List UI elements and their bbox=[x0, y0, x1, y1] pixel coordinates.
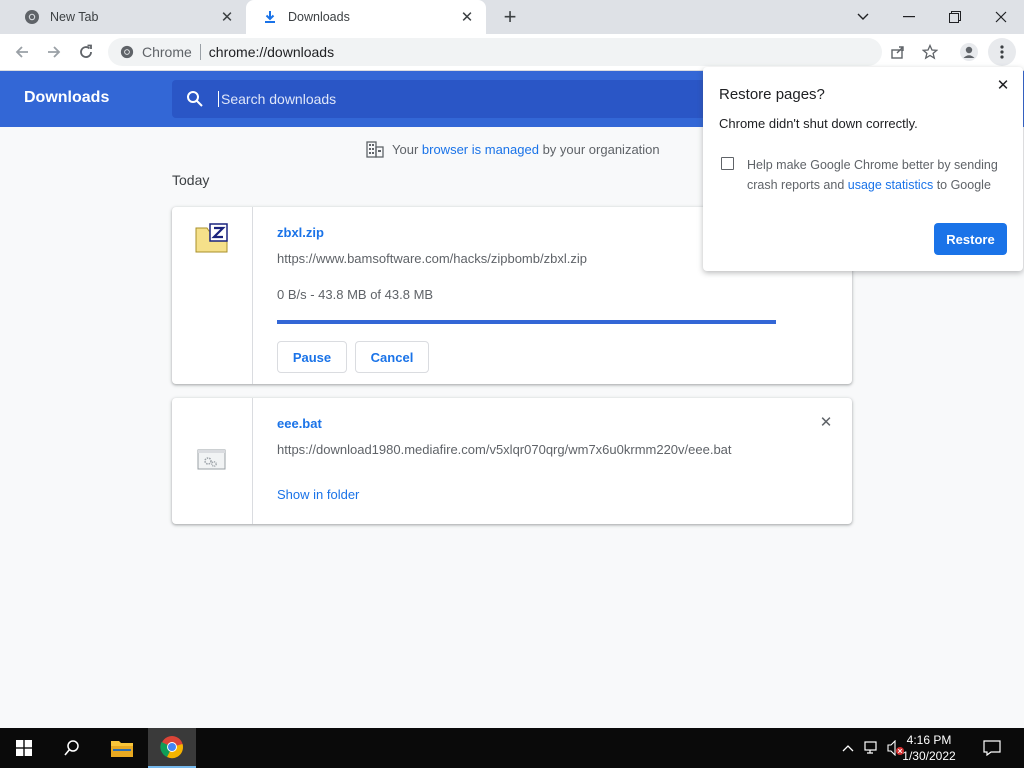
close-dialog-icon[interactable]: ✕ bbox=[993, 75, 1013, 95]
remove-download-icon[interactable]: ✕ bbox=[818, 414, 834, 431]
search-icon bbox=[186, 90, 204, 108]
clock-date: 1/30/2022 bbox=[902, 749, 956, 763]
tab-title: New Tab bbox=[50, 10, 99, 24]
menu-kebab-icon[interactable] bbox=[988, 38, 1016, 66]
page-title: Downloads bbox=[24, 89, 110, 106]
action-center-icon[interactable] bbox=[982, 738, 1002, 758]
checkbox-label: Help make Google Chrome better by sendin… bbox=[747, 155, 1007, 195]
tab-search-chevron-icon[interactable] bbox=[840, 0, 886, 34]
dialog-message: Chrome didn't shut down correctly. bbox=[719, 116, 918, 131]
zip-file-icon bbox=[195, 223, 229, 256]
chrome-logo-icon bbox=[24, 9, 40, 25]
network-icon[interactable] bbox=[862, 738, 882, 758]
show-in-folder-link[interactable]: Show in folder bbox=[277, 487, 359, 502]
file-name-link[interactable]: zbxl.zip bbox=[277, 225, 324, 240]
download-icon bbox=[262, 9, 278, 25]
forward-arrow-icon[interactable] bbox=[40, 38, 68, 66]
reload-icon[interactable] bbox=[72, 38, 100, 66]
restore-button[interactable]: Restore bbox=[934, 223, 1007, 255]
omnibox-divider bbox=[199, 44, 201, 60]
profile-avatar-icon[interactable] bbox=[955, 38, 983, 66]
download-status: 0 B/s - 43.8 MB of 43.8 MB bbox=[277, 287, 434, 302]
system-clock[interactable]: 4:16 PM 1/30/2022 bbox=[894, 732, 964, 764]
progress-bar bbox=[277, 320, 776, 324]
file-name-link[interactable]: eee.bat bbox=[277, 416, 322, 431]
cancel-button[interactable]: Cancel bbox=[355, 341, 429, 373]
search-icon[interactable] bbox=[48, 728, 96, 768]
restore-window-icon[interactable] bbox=[932, 0, 978, 34]
dialog-title: Restore pages? bbox=[719, 86, 825, 103]
managed-text-prefix: Your bbox=[392, 141, 422, 157]
bookmark-star-icon[interactable] bbox=[916, 38, 944, 66]
close-window-icon[interactable] bbox=[978, 0, 1024, 34]
url-text[interactable]: chrome://downloads bbox=[209, 44, 334, 60]
taskbar: 4:16 PM 1/30/2022 bbox=[0, 728, 1024, 768]
date-heading: Today bbox=[172, 172, 210, 188]
windows-start-icon[interactable] bbox=[0, 728, 48, 768]
site-label: Chrome bbox=[142, 44, 192, 60]
browser-toolbar: Chrome chrome://downloads bbox=[0, 34, 1024, 71]
restore-pages-dialog: Restore pages? ✕ Chrome didn't shut down… bbox=[703, 67, 1023, 271]
clock-time: 4:16 PM bbox=[906, 733, 952, 747]
file-icon-column bbox=[172, 207, 253, 384]
managed-text-suffix: by your organization bbox=[538, 141, 660, 157]
crash-report-checkbox[interactable] bbox=[721, 157, 734, 170]
managed-notice: Your browser is managed by your organiza… bbox=[366, 140, 660, 158]
close-tab-icon[interactable]: ✕ bbox=[218, 8, 236, 26]
file-explorer-icon[interactable] bbox=[98, 728, 146, 768]
file-source-url[interactable]: https://download1980.mediafire.com/v5xlq… bbox=[277, 442, 732, 457]
title-bar: New Tab ✕ Downloads ✕ + bbox=[0, 0, 1024, 34]
minimize-icon[interactable] bbox=[886, 0, 932, 34]
chrome-taskbar-icon[interactable] bbox=[148, 728, 196, 768]
chevron-up-icon[interactable] bbox=[838, 738, 858, 758]
batch-file-icon bbox=[197, 449, 227, 474]
address-bar[interactable]: Chrome chrome://downloads bbox=[108, 38, 882, 66]
download-item: eee.bat https://download1980.mediafire.c… bbox=[172, 398, 852, 524]
tab-new-tab[interactable]: New Tab ✕ bbox=[8, 0, 246, 34]
file-icon-column bbox=[172, 398, 253, 524]
managed-link[interactable]: browser is managed bbox=[422, 142, 539, 157]
chrome-logo-icon bbox=[120, 45, 134, 59]
share-icon[interactable] bbox=[884, 38, 912, 66]
checkbox-label-suffix: to Google bbox=[933, 178, 991, 192]
close-tab-icon[interactable]: ✕ bbox=[458, 8, 476, 26]
search-input[interactable] bbox=[218, 91, 718, 107]
tab-downloads[interactable]: Downloads ✕ bbox=[246, 0, 486, 34]
usage-statistics-link[interactable]: usage statistics bbox=[848, 178, 933, 192]
pause-button[interactable]: Pause bbox=[277, 341, 347, 373]
file-source-url[interactable]: https://www.bamsoftware.com/hacks/zipbom… bbox=[277, 251, 587, 266]
tab-title: Downloads bbox=[288, 10, 350, 24]
back-arrow-icon[interactable] bbox=[8, 38, 36, 66]
new-tab-plus-icon[interactable]: + bbox=[498, 5, 522, 29]
progress-fill bbox=[277, 320, 776, 324]
building-icon bbox=[366, 140, 384, 158]
